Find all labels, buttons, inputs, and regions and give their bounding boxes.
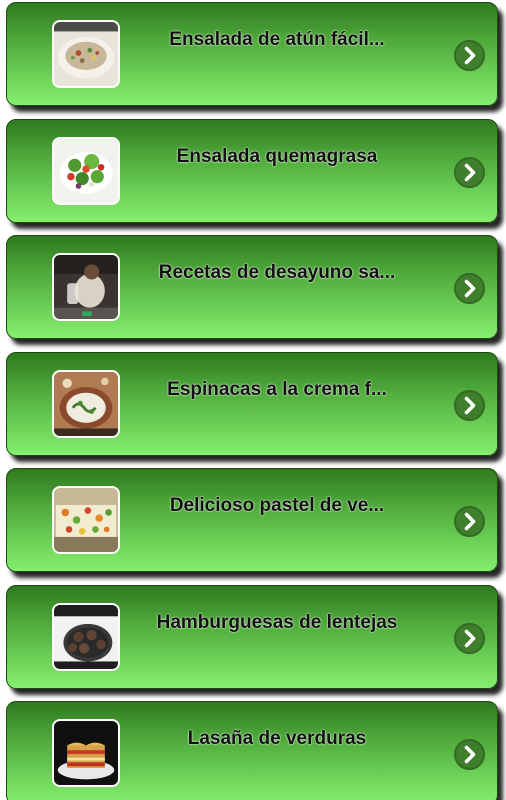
recipe-card[interactable]: Recetas de desayuno sa... [6, 235, 498, 339]
tuna-salad-thumbnail [52, 20, 120, 88]
recipe-card[interactable]: Delicioso pastel de ve... [6, 468, 498, 572]
recipe-title: Ensalada de atún fácil... [169, 29, 385, 50]
chevron-right-icon[interactable] [454, 623, 485, 654]
chevron-right-icon[interactable] [454, 157, 485, 188]
vegetable-lasagna-thumbnail [52, 719, 120, 787]
vegetable-cake-thumbnail [52, 486, 120, 554]
chevron-right-icon[interactable] [454, 273, 485, 304]
recipe-card[interactable]: Ensalada quemagrasa [6, 119, 498, 223]
recipe-title: Espinacas a la crema f... [167, 379, 387, 400]
fat-burning-salad-thumbnail [52, 137, 120, 205]
recipe-card[interactable]: Espinacas a la crema f... [6, 352, 498, 456]
chevron-right-icon[interactable] [454, 506, 485, 537]
lentil-burgers-thumbnail [52, 603, 120, 671]
recipe-title: Delicioso pastel de ve... [169, 495, 385, 516]
recipe-card[interactable]: Hamburguesas de lentejas [6, 585, 498, 689]
breakfast-thumbnail [52, 253, 120, 321]
recipe-list: Ensalada de atún fácil... Ensalada quema… [0, 0, 506, 800]
recipe-title: Hamburguesas de lentejas [156, 612, 398, 633]
recipe-card[interactable]: Lasaña de verduras [6, 701, 498, 800]
chevron-right-icon[interactable] [454, 40, 485, 71]
recipe-title: Ensalada quemagrasa [176, 146, 378, 167]
recipe-title: Lasaña de verduras [187, 728, 367, 749]
recipe-title: Recetas de desayuno sa... [158, 262, 396, 283]
chevron-right-icon[interactable] [454, 739, 485, 770]
creamed-spinach-thumbnail [52, 370, 120, 438]
chevron-right-icon[interactable] [454, 390, 485, 421]
recipe-card[interactable]: Ensalada de atún fácil... [6, 2, 498, 106]
